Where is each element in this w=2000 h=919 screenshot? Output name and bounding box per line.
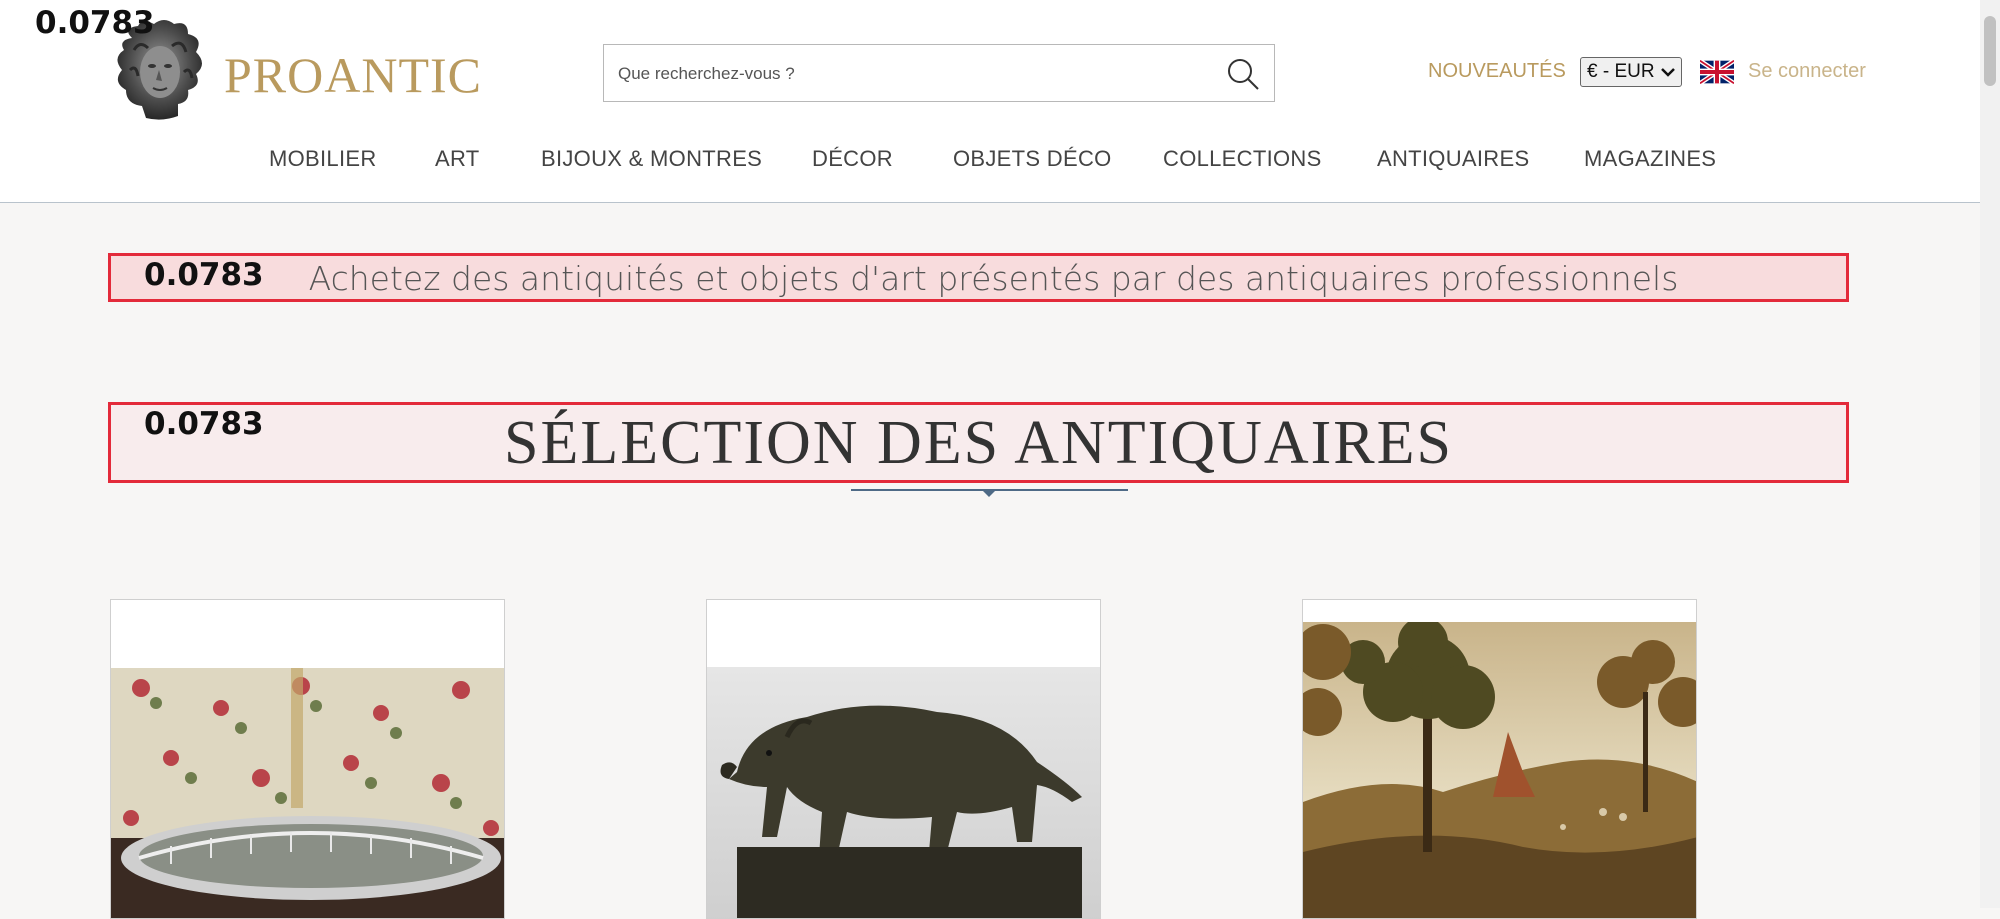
nav-item-objets-deco[interactable]: OBJETS DÉCO — [953, 146, 1112, 172]
section-title-box: 0.0783 SÉLECTION DES ANTIQUAIRES — [108, 402, 1849, 483]
nav-item-magazines[interactable]: MAGAZINES — [1584, 146, 1716, 172]
section-title: SÉLECTION DES ANTIQUAIRES — [504, 409, 1453, 477]
search-input[interactable] — [616, 45, 1180, 103]
score-overlay-banner: 0.0783 — [144, 257, 264, 293]
nav-item-collections[interactable]: COLLECTIONS — [1163, 146, 1322, 172]
uk-flag-icon[interactable] — [1700, 60, 1734, 84]
score-overlay-section: 0.0783 — [144, 406, 264, 442]
product-card[interactable] — [110, 599, 505, 919]
nav-item-art[interactable]: ART — [435, 146, 480, 172]
nav-item-mobilier[interactable]: MOBILIER — [269, 146, 377, 172]
logo-wordmark[interactable]: PROANTIC — [224, 46, 482, 104]
new-arrivals-link[interactable]: NOUVEAUTÉS — [1428, 60, 1566, 83]
intro-banner: 0.0783 Achetez des antiquités et objets … — [108, 253, 1849, 302]
banner-text: Achetez des antiquités et objets d'art p… — [308, 259, 1679, 298]
nav-item-decor[interactable]: DÉCOR — [812, 146, 893, 172]
currency-value: € - EUR — [1587, 61, 1655, 82]
title-divider — [851, 489, 1128, 497]
score-overlay: 0.0783 — [35, 5, 155, 41]
page-scrollbar[interactable] — [1980, 0, 2000, 908]
nav-item-antiquaires[interactable]: ANTIQUAIRES — [1377, 146, 1529, 172]
product-card[interactable] — [1302, 599, 1697, 919]
search-icon[interactable] — [1226, 57, 1260, 91]
scrollbar-thumb[interactable] — [1984, 16, 1996, 86]
nav-item-bijoux-montres[interactable]: BIJOUX & MONTRES — [541, 146, 762, 172]
site-header: PROANTIC NOUVEAUTÉS € - EUR Se connecter… — [0, 0, 1980, 203]
chevron-down-icon — [1661, 68, 1675, 77]
main-navigation: MOBILIER ART BIJOUX & MONTRES DÉCOR OBJE… — [0, 146, 1980, 180]
search-box — [603, 44, 1275, 103]
bronze-boar-sculpture-image — [707, 667, 1100, 918]
login-link[interactable]: Se connecter — [1748, 60, 1866, 83]
product-card[interactable] — [706, 599, 1101, 919]
silver-mirror-tray-image — [111, 668, 504, 918]
landscape-painting-image — [1303, 622, 1696, 918]
currency-select[interactable]: € - EUR — [1580, 57, 1682, 87]
